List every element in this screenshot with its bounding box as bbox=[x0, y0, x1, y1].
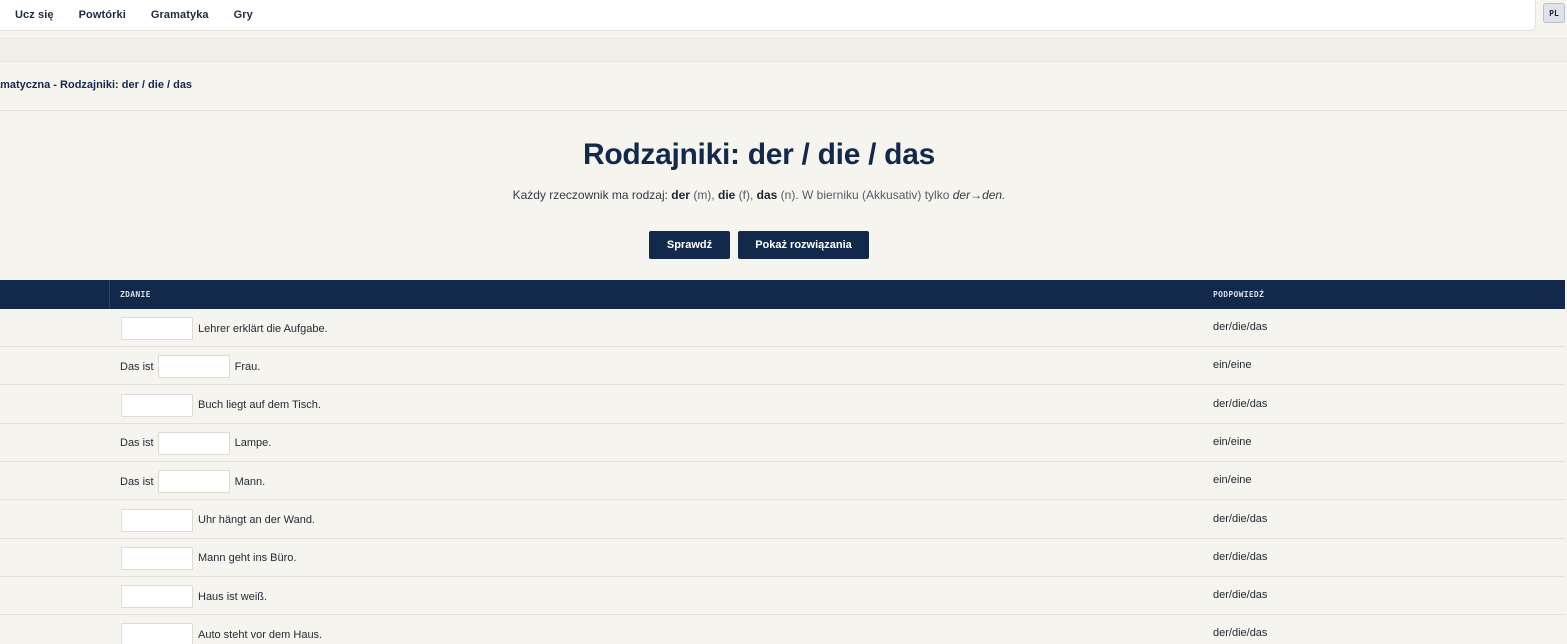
answer-input[interactable] bbox=[121, 546, 193, 570]
hint-cell: der/die/das bbox=[1213, 397, 1268, 410]
sentence-suffix: Frau. bbox=[234, 360, 261, 373]
hint-cell: der/die/das bbox=[1213, 589, 1268, 602]
subtitle-f: (f), bbox=[735, 188, 757, 202]
sentence-suffix: Lehrer erklärt die Aufgabe. bbox=[198, 322, 328, 335]
breadcrumb: amatyczna - Rodzajniki: der / die / das bbox=[0, 79, 193, 91]
table-row: Mann geht ins Büro. der/die/das bbox=[0, 539, 1565, 577]
column-separator bbox=[109, 280, 110, 309]
answer-input[interactable] bbox=[121, 393, 193, 417]
answer-input[interactable] bbox=[157, 431, 230, 455]
hint-cell: der/die/das bbox=[1213, 321, 1268, 333]
table-row: Buch liegt auf dem Tisch. der/die/das bbox=[0, 386, 1565, 424]
subtitle-n: (n). W bierniku (Akkusativ) tylko bbox=[777, 188, 953, 202]
sentence-cell: Mann geht ins Büro. bbox=[120, 546, 297, 570]
answer-input[interactable] bbox=[121, 317, 193, 340]
subtitle-m: (m), bbox=[689, 188, 718, 202]
sentence-cell: Das ist Frau. bbox=[120, 355, 261, 379]
subtitle-der: der bbox=[671, 188, 690, 202]
sentence-suffix: Uhr hängt an der Wand. bbox=[198, 514, 315, 526]
top-nav: Ucz się Powtórki Gramatyka Gry bbox=[0, 0, 1536, 31]
table-row: Lehrer erklärt die Aufgabe. der/die/das bbox=[0, 309, 1565, 347]
hint-cell: ein/eine bbox=[1213, 474, 1252, 487]
divider bbox=[0, 110, 1567, 111]
sentence-suffix: Mann. bbox=[234, 475, 266, 488]
table-row: Das ist Mann. ein/eine bbox=[0, 462, 1565, 501]
answer-input[interactable] bbox=[157, 470, 230, 494]
table-header: ZDANIE PODPOWIEDŹ bbox=[0, 280, 1565, 309]
page-subtitle: Każdy rzeczownik ma rodzaj: der (m), die… bbox=[0, 188, 1518, 202]
sentence-prefix: Das ist bbox=[120, 360, 154, 373]
sentence-cell: Auto steht vor dem Haus. bbox=[120, 623, 322, 644]
sentence-cell: Das ist Mann. bbox=[120, 470, 266, 494]
subtitle-das: das bbox=[756, 188, 778, 202]
column-header-hint: PODPOWIEDŹ bbox=[1213, 290, 1265, 299]
hint-cell: ein/eine bbox=[1213, 435, 1252, 448]
sub-header-band bbox=[0, 38, 1567, 62]
answer-input[interactable] bbox=[121, 623, 193, 644]
nav-item-games[interactable]: Gry bbox=[234, 9, 253, 21]
table-row: Haus ist weiß. der/die/das bbox=[0, 577, 1565, 616]
sentence-cell: Haus ist weiß. bbox=[120, 585, 268, 609]
language-button[interactable]: PL bbox=[1543, 3, 1565, 23]
column-header-sentence: ZDANIE bbox=[120, 290, 151, 299]
sentence-suffix: Haus ist weiß. bbox=[198, 590, 268, 603]
check-button[interactable]: Sprawdź bbox=[649, 231, 730, 259]
sentence-suffix: Lampe. bbox=[234, 437, 272, 450]
sentence-cell: Lehrer erklärt die Aufgabe. bbox=[120, 317, 328, 340]
subtitle-rule: der→den. bbox=[952, 188, 1006, 202]
sentence-prefix: Das ist bbox=[120, 437, 154, 450]
sentence-suffix: Buch liegt auf dem Tisch. bbox=[198, 399, 321, 412]
hint-cell: ein/eine bbox=[1213, 359, 1252, 372]
subtitle-die: die bbox=[717, 188, 736, 202]
table-row: Das ist Lampe. ein/eine bbox=[0, 424, 1565, 462]
nav-item-grammar[interactable]: Gramatyka bbox=[151, 9, 209, 21]
show-solutions-button[interactable]: Pokaż rozwiązania bbox=[738, 231, 869, 259]
sentence-suffix: Auto steht vor dem Haus. bbox=[198, 628, 323, 641]
answer-input[interactable] bbox=[121, 585, 193, 609]
subtitle-text: Każdy rzeczownik ma rodzaj: bbox=[512, 188, 672, 202]
hint-cell: der/die/das bbox=[1213, 550, 1268, 563]
table-row: Auto steht vor dem Haus. der/die/das bbox=[0, 615, 1565, 644]
page-title: Rodzajniki: der / die / das bbox=[583, 138, 935, 171]
sentence-prefix: Das ist bbox=[120, 475, 154, 488]
nav-item-reviews[interactable]: Powtórki bbox=[79, 9, 126, 21]
sentence-suffix: Mann geht ins Büro. bbox=[198, 552, 297, 565]
table-row: Uhr hängt an der Wand. der/die/das bbox=[0, 501, 1565, 539]
table-row: Das ist Frau. ein/eine bbox=[0, 347, 1565, 386]
hint-cell: der/die/das bbox=[1213, 627, 1268, 640]
answer-input[interactable] bbox=[121, 508, 193, 532]
nav-item-learn[interactable]: Ucz się bbox=[15, 9, 54, 21]
hint-cell: der/die/das bbox=[1213, 512, 1268, 525]
sentence-cell: Das ist Lampe. bbox=[120, 431, 272, 455]
sentence-cell: Buch liegt auf dem Tisch. bbox=[120, 393, 321, 417]
answer-input[interactable] bbox=[157, 355, 230, 379]
sentence-cell: Uhr hängt an der Wand. bbox=[120, 508, 315, 532]
